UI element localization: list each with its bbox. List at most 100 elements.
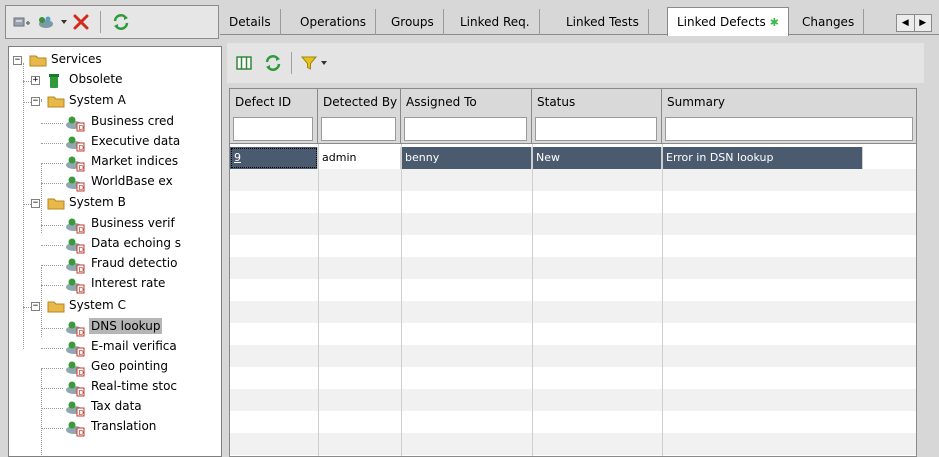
service-icon: D <box>65 379 85 400</box>
tree-label: Geo pointing <box>91 359 168 373</box>
folder-open-icon <box>47 299 65 316</box>
svg-text:D: D <box>79 144 84 152</box>
modified-marker-icon: ✱ <box>769 15 779 29</box>
svg-text:D: D <box>79 184 84 192</box>
collapse-icon[interactable]: − <box>13 56 22 65</box>
empty-row <box>230 235 916 257</box>
tab-label: Linked Defects <box>677 15 766 29</box>
tab-label: Groups <box>391 15 434 29</box>
tree-label: Executive data <box>91 134 181 148</box>
svg-text:D: D <box>79 286 84 294</box>
details-tab-bar: Details Operations Groups Linked Req. Li… <box>220 5 939 36</box>
tab-label: Linked Tests <box>566 15 639 29</box>
column-title: Summary <box>667 95 725 109</box>
svg-text:D: D <box>79 349 84 357</box>
filter-input-status[interactable] <box>535 117 657 141</box>
cell-summary[interactable]: Error in DSN lookup <box>662 147 863 169</box>
service-icon: D <box>65 174 85 195</box>
tree-label: Business verif <box>91 216 175 230</box>
cell-status[interactable]: New <box>532 147 662 169</box>
svg-text:D: D <box>79 124 84 132</box>
empty-row <box>230 345 916 367</box>
column-title: Assigned To <box>406 95 477 109</box>
filter-input-assigned-to[interactable] <box>404 117 527 141</box>
cell-detected-by[interactable]: admin <box>318 147 401 169</box>
svg-text:D: D <box>79 409 84 417</box>
tab-changes[interactable]: Changes <box>793 9 865 35</box>
collapse-icon[interactable]: − <box>31 97 40 106</box>
service-icon: D <box>65 236 85 257</box>
filter-input-detected-by[interactable] <box>321 117 396 141</box>
service-icon: D <box>65 339 85 360</box>
select-columns-icon[interactable] <box>235 52 253 74</box>
service-icon: D <box>65 319 85 340</box>
folder-open-icon <box>47 94 65 111</box>
tree-label: System C <box>69 298 126 312</box>
column-header-assigned-to[interactable]: Assigned To <box>401 89 532 144</box>
tree-label: Business cred <box>91 114 174 128</box>
toolbar-separator <box>291 52 292 74</box>
column-title: Defect ID <box>235 95 292 109</box>
tab-label: Linked Req. <box>460 15 530 29</box>
tab-operations[interactable]: Operations <box>291 9 376 35</box>
empty-row <box>230 169 916 191</box>
refresh-icon[interactable] <box>263 52 283 74</box>
svg-text:D: D <box>79 369 84 377</box>
tree-label: System A <box>69 93 126 107</box>
collapse-icon[interactable]: − <box>31 302 40 311</box>
trash-can-icon <box>47 73 61 92</box>
new-service-icon[interactable] <box>12 11 32 33</box>
tree-label: Tax data <box>91 399 142 413</box>
empty-row <box>230 367 916 389</box>
cell-defect-id[interactable]: 9 <box>230 147 318 169</box>
collapse-icon[interactable]: − <box>31 199 40 208</box>
column-header-summary[interactable]: Summary <box>662 89 916 144</box>
empty-row <box>230 323 916 345</box>
empty-row <box>230 411 916 433</box>
cell-assigned-to[interactable]: benny <box>401 147 532 169</box>
empty-row <box>230 279 916 301</box>
filter-dropdown-icon[interactable] <box>320 52 328 74</box>
tab-label: Operations <box>300 15 366 29</box>
svg-text:D: D <box>79 329 84 337</box>
table-row[interactable]: 9 admin benny New Error in DSN lookup <box>230 147 916 169</box>
refresh-icon[interactable] <box>111 11 131 33</box>
delete-icon[interactable] <box>72 11 90 33</box>
service-action-icon[interactable] <box>36 11 56 33</box>
tree-label: Real-time stoc <box>91 379 178 393</box>
tree-label: Obsolete <box>69 72 123 86</box>
scroll-left-icon[interactable]: ◀ <box>897 15 914 31</box>
svg-text:D: D <box>79 266 84 274</box>
service-icon: D <box>65 114 85 135</box>
column-header-status[interactable]: Status <box>532 89 662 144</box>
dropdown-arrow-icon[interactable] <box>60 11 68 33</box>
tab-details[interactable]: Details <box>220 9 281 35</box>
tab-linked-defects[interactable]: Linked Defects ✱ <box>667 7 789 36</box>
column-header-detected-by[interactable]: Detected By <box>318 89 401 144</box>
column-title: Detected By <box>323 95 398 109</box>
linked-defects-grid[interactable]: Defect ID Detected By Assigned To Status… <box>229 88 917 457</box>
scroll-right-icon[interactable]: ▶ <box>913 15 932 31</box>
service-icon: D <box>65 359 85 380</box>
tab-linked-req[interactable]: Linked Req. <box>451 9 540 35</box>
tab-linked-tests[interactable]: Linked Tests <box>557 9 649 35</box>
filter-input-defect-id[interactable] <box>233 117 313 141</box>
tree-label: Interest rate <box>91 276 166 290</box>
empty-row <box>230 389 916 411</box>
empty-row <box>230 191 916 213</box>
service-icon: D <box>65 276 85 297</box>
services-tree[interactable]: − Services + Obsolete − System A D Busin… <box>8 46 222 457</box>
filter-input-summary[interactable] <box>665 117 913 141</box>
filter-icon[interactable] <box>300 52 318 74</box>
service-icon: D <box>65 419 85 440</box>
tab-groups[interactable]: Groups <box>382 9 444 35</box>
folder-open-icon <box>29 53 47 70</box>
service-icon: D <box>65 216 85 237</box>
expand-icon[interactable]: + <box>31 76 40 85</box>
tree-label: Translation <box>91 419 157 433</box>
column-title: Status <box>537 95 576 109</box>
svg-text:D: D <box>79 164 84 172</box>
column-header-defect-id[interactable]: Defect ID <box>230 89 318 144</box>
service-icon: D <box>65 154 85 175</box>
svg-text:D: D <box>79 429 84 437</box>
